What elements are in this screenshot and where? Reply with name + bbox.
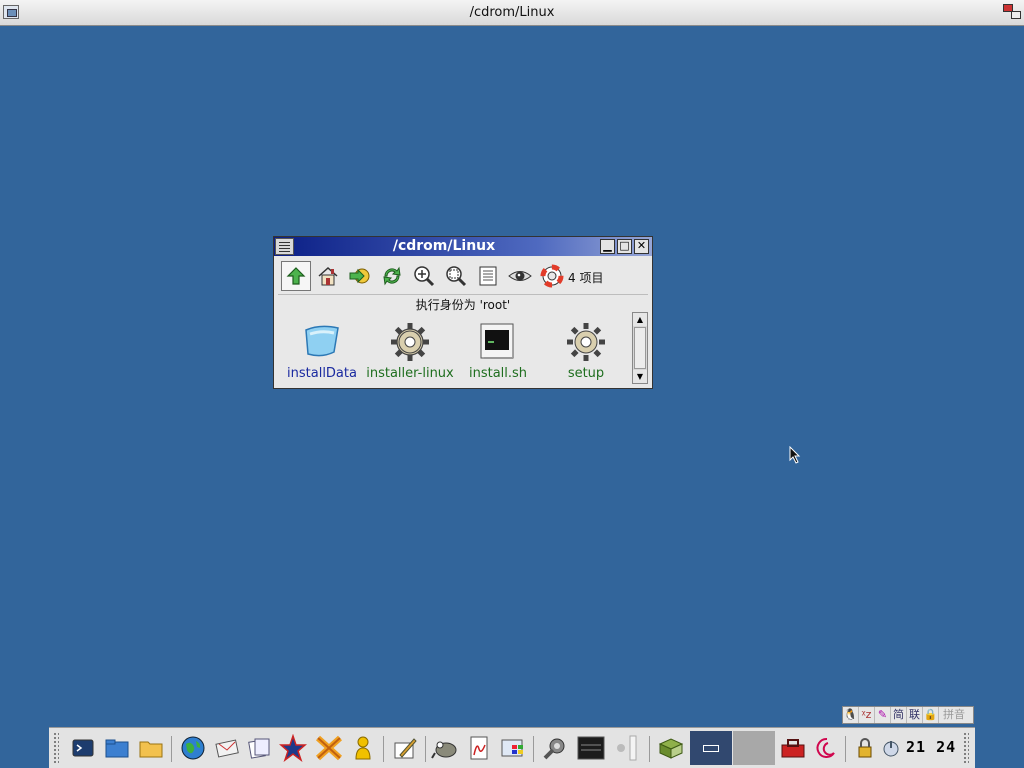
gear-icon [564, 320, 608, 364]
taskbar-separator [171, 736, 172, 762]
lock-icon[interactable]: 🔒 [923, 707, 939, 723]
top-title: /cdrom/Linux [469, 5, 555, 20]
item-count: 4 项目 [568, 271, 604, 285]
taskbar-separator [649, 736, 650, 762]
file-manager-icon[interactable] [103, 734, 131, 762]
gear-icon [388, 320, 432, 364]
windows-app-icon[interactable] [499, 734, 527, 762]
home-icon[interactable] [313, 261, 343, 291]
file-list: installData installer-linux install.sh s… [278, 313, 628, 385]
file-label: setup [567, 366, 605, 381]
browser-globe-icon[interactable] [179, 734, 207, 762]
toolbar: 4 项目 [279, 259, 649, 293]
up-icon[interactable] [281, 261, 311, 291]
clock[interactable]: 21 24 [906, 738, 956, 756]
kde-star-icon[interactable] [279, 734, 307, 762]
tux-icon[interactable]: 🐧 [843, 707, 859, 723]
books-icon[interactable] [657, 734, 685, 762]
terminal-script-icon [476, 320, 520, 364]
details-view-icon[interactable] [473, 261, 503, 291]
window-menu-button[interactable] [275, 238, 294, 255]
scroll-thumb[interactable] [634, 327, 646, 369]
lian-icon[interactable]: 联 [907, 707, 923, 723]
folder-icon[interactable] [137, 734, 165, 762]
run-as-status: 执行身份为 'root' [415, 298, 511, 312]
taskbar-grip[interactable] [53, 732, 59, 764]
window-titlebar[interactable]: /cdrom/Linux ▁ □ ✕ [274, 237, 652, 256]
terminal-icon[interactable] [69, 734, 97, 762]
taskbar-separator [425, 736, 426, 762]
minimize-button[interactable]: ▁ [600, 239, 615, 254]
input-method-bar: 🐧 ᵡz ✎ 简 联 🔒 拼音 [842, 706, 974, 724]
scroll-up-icon[interactable]: ▲ [633, 313, 647, 326]
zoom-fit-icon[interactable] [441, 261, 471, 291]
top-title-bar: /cdrom/Linux [0, 0, 1024, 26]
file-item-installdata[interactable]: installData [278, 313, 366, 381]
window-title: /cdrom/Linux [392, 238, 496, 254]
folder-icon [300, 320, 344, 364]
pdf-viewer-icon[interactable] [465, 734, 493, 762]
taskbar-grip[interactable] [963, 732, 969, 764]
mail-icon[interactable] [213, 734, 241, 762]
user-icon[interactable] [349, 734, 377, 762]
file-label: installData [287, 366, 357, 381]
lock-screen-icon[interactable] [851, 734, 879, 762]
toolbox-icon[interactable] [779, 734, 807, 762]
maximize-button[interactable]: □ [617, 239, 632, 254]
vertical-scrollbar[interactable]: ▲ ▼ [632, 312, 648, 384]
file-label: installer-linux [366, 366, 454, 381]
close-button[interactable]: ✕ [634, 239, 649, 254]
notes-icon[interactable] [245, 734, 273, 762]
power-icon[interactable] [877, 734, 905, 762]
taskbar: 21 24 [49, 727, 975, 768]
forward-icon[interactable] [345, 261, 375, 291]
volume-slider-icon[interactable] [613, 734, 641, 762]
zoom-in-icon[interactable] [409, 261, 439, 291]
taskbar-separator [383, 736, 384, 762]
editor-pen-icon[interactable] [391, 734, 419, 762]
monitor-icon[interactable] [577, 734, 605, 762]
xtrans-icon[interactable] [315, 734, 343, 762]
refresh-icon[interactable] [377, 261, 407, 291]
pinyin-indicator[interactable]: 拼音 [939, 707, 969, 723]
view-eye-icon[interactable] [505, 261, 535, 291]
file-item-install-sh[interactable]: install.sh [454, 313, 542, 381]
xz-icon[interactable]: ᵡz [859, 707, 875, 723]
file-item-setup[interactable]: setup [542, 313, 630, 381]
taskbar-separator [845, 736, 846, 762]
pen-icon[interactable]: ✎ [875, 707, 891, 723]
jian-icon[interactable]: 简 [891, 707, 907, 723]
file-manager-window: /cdrom/Linux ▁ □ ✕ 4 项目 执行身份为 'root' ins… [273, 236, 653, 389]
taskbar-separator [533, 736, 534, 762]
scroll-down-icon[interactable]: ▼ [633, 370, 647, 383]
pager-desktop-1[interactable] [690, 731, 732, 765]
debian-swirl-icon[interactable] [813, 734, 841, 762]
help-lifebuoy-icon[interactable] [537, 261, 567, 291]
desktop-switch-icon[interactable] [1003, 4, 1021, 22]
toolbar-divider [278, 294, 648, 295]
file-label: install.sh [468, 366, 528, 381]
settings-tools-icon[interactable] [541, 734, 569, 762]
pager-desktop-2[interactable] [733, 731, 775, 765]
mouse-cursor-icon [789, 445, 801, 468]
file-item-installer-linux[interactable]: installer-linux [366, 313, 454, 381]
gimp-icon[interactable] [431, 734, 459, 762]
